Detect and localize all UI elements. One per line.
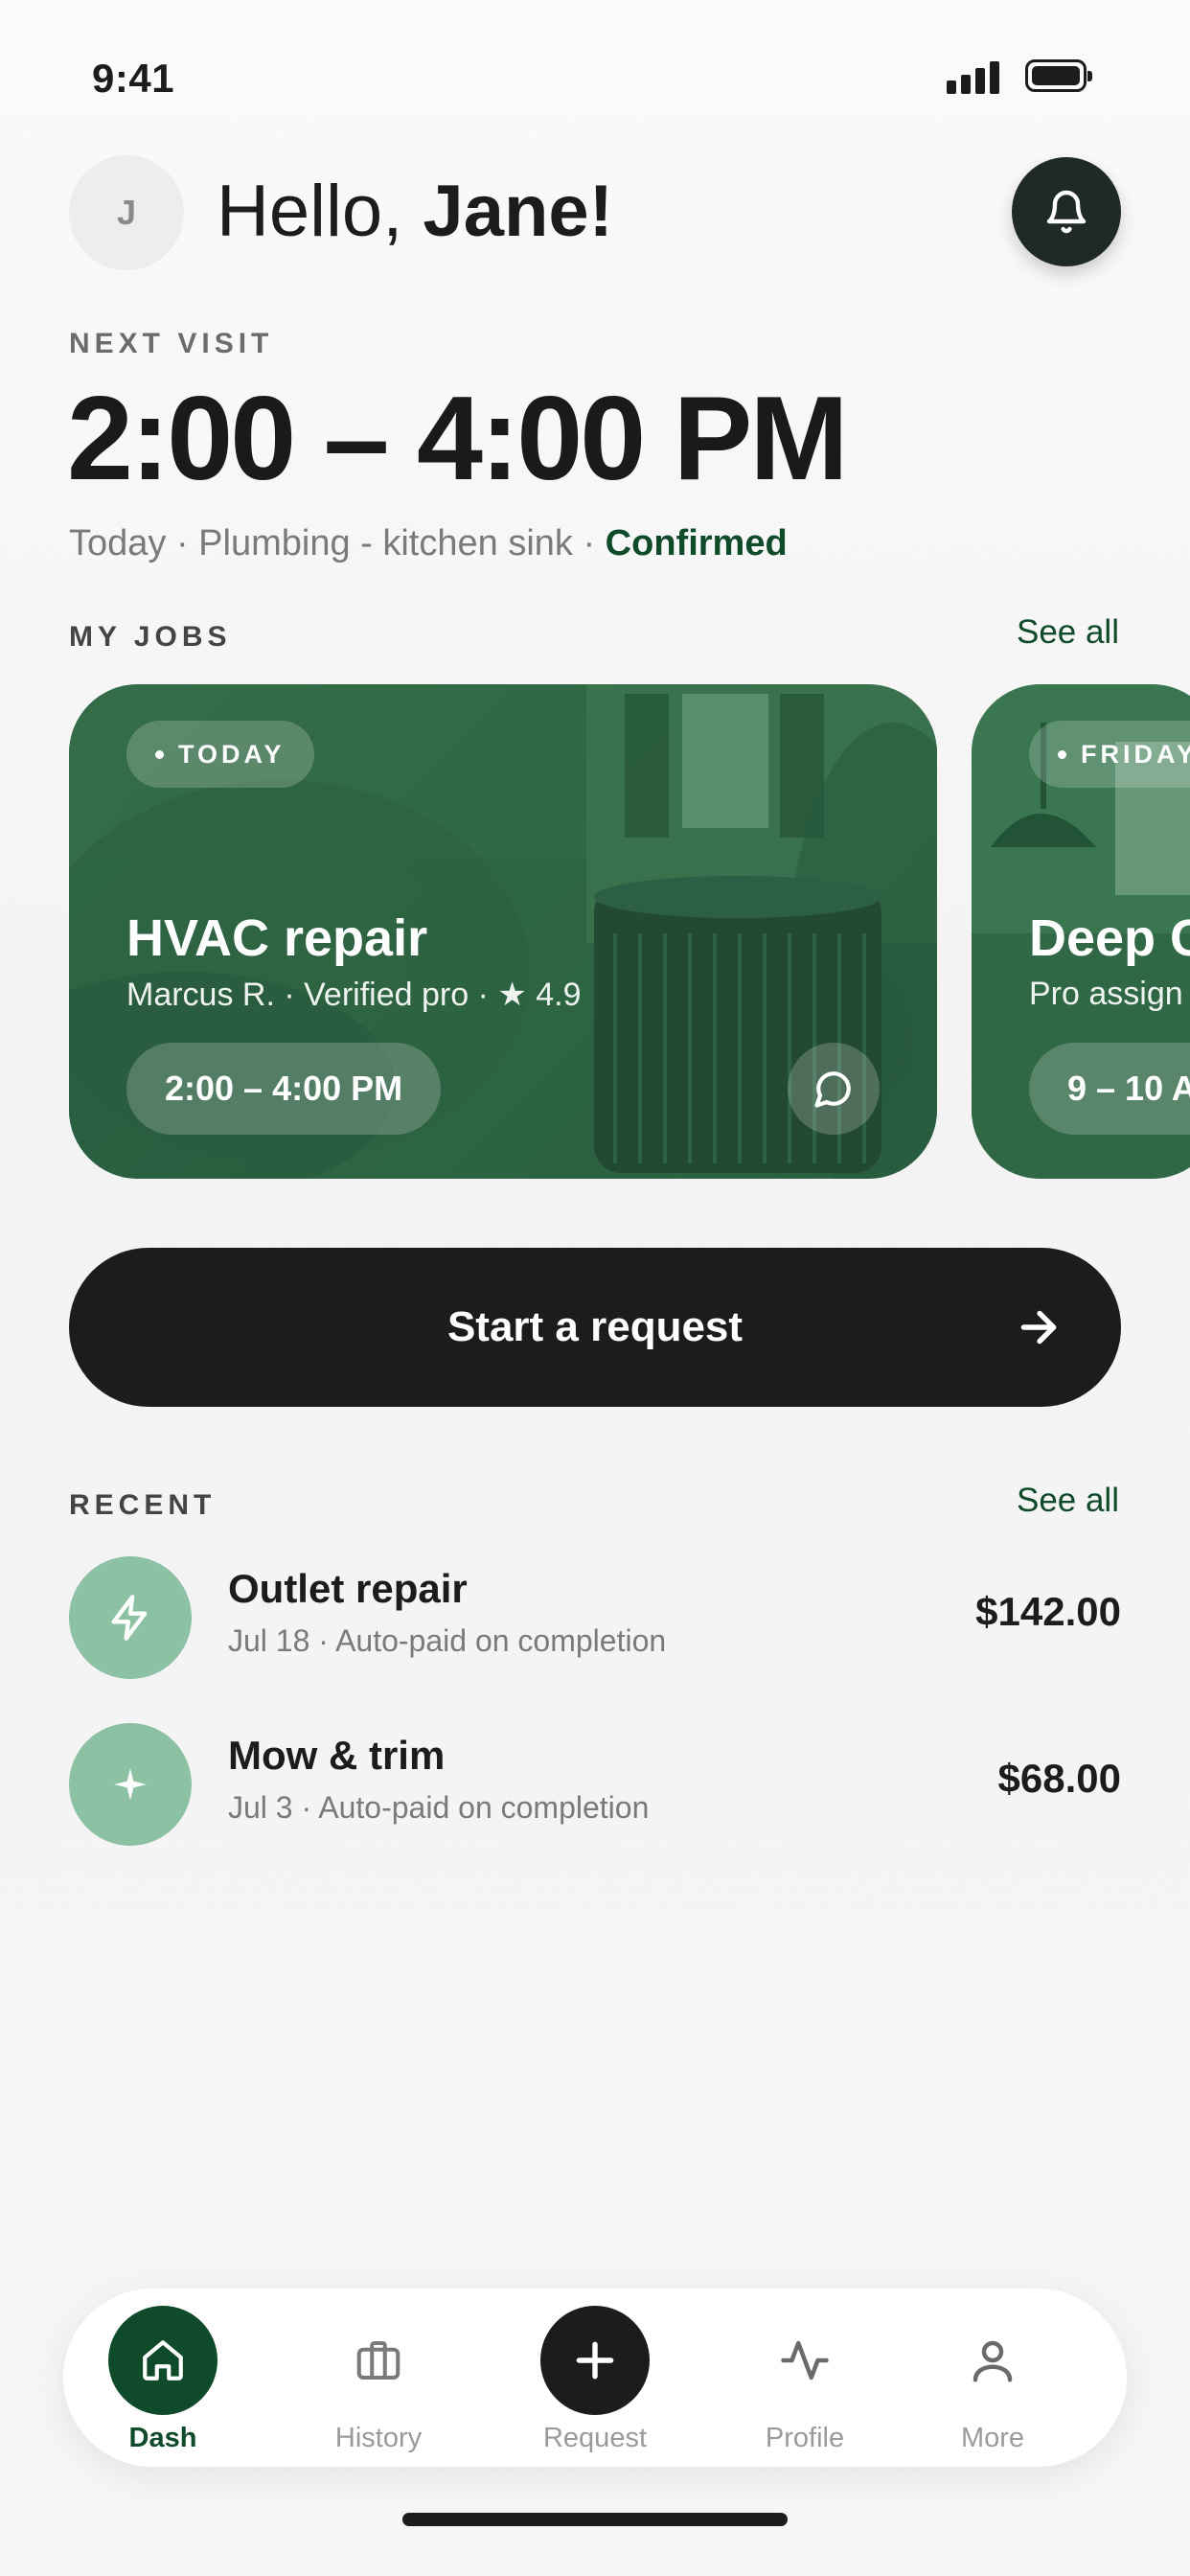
recent-title: Outlet repair [228,1566,468,1611]
bell-icon [1046,190,1087,234]
tab-bar: Dash History Request Profile More [63,2288,1127,2467]
tab-label: History [334,2423,423,2453]
next-visit-description: Today · Plumbing - kitchen sink · [69,523,606,564]
jobs-see-all-link[interactable]: See all [1017,613,1119,652]
job-card-deep-clean[interactable]: FRIDAY Deep C Pro assign 9 – 10 A [972,684,1190,1179]
briefcase-icon [324,2306,433,2415]
notifications-button[interactable] [1012,157,1121,266]
tab-label: More [960,2423,1025,2453]
avatar[interactable]: J [69,155,184,270]
job-title: HVAC repair [126,909,428,967]
tab-label: Request [542,2423,647,2453]
tab-label: Profile [765,2423,845,2453]
battery-icon [1025,59,1092,92]
user-icon [938,2306,1047,2415]
start-request-button[interactable]: Start a request [69,1248,1121,1407]
recent-title: Mow & trim [228,1733,446,1778]
chat-icon [814,1071,851,1108]
job-time-pill: 9 – 10 A [1029,1043,1190,1135]
job-day-tag: TODAY [126,721,314,788]
tab-more[interactable]: More [916,2288,1069,2467]
job-subtitle: Marcus R. · Verified pro · ★ 4.9 [126,977,582,1013]
next-visit-time: 2:00 – 4:00 PM [67,373,849,505]
tab-dash[interactable]: Dash [86,2288,240,2467]
job-title: Deep C [1029,909,1190,967]
tab-history[interactable]: History [302,2288,455,2467]
bolt-icon [69,1556,192,1679]
arrow-right-icon [1020,1310,1057,1345]
next-visit-details: Today · Plumbing - kitchen sink · Confir… [69,523,788,564]
greeting-prefix: Hello, [217,171,423,252]
recent-see-all-link[interactable]: See all [1017,1482,1119,1520]
status-badge: Confirmed [605,523,788,564]
status-time: 9:41 [92,56,175,101]
my-jobs-label: MY JOBS [69,621,232,653]
plus-icon [540,2306,650,2415]
start-request-label: Start a request [446,1303,744,1350]
home-icon [108,2306,217,2415]
greeting: Hello, Jane! [217,169,613,255]
job-card-hvac[interactable]: TODAY HVAC repair Marcus R. · Verified p… [69,684,937,1179]
recent-meta: Jul 18 · Auto-paid on completion [228,1623,667,1658]
recent-meta: Jul 3 · Auto-paid on completion [228,1790,650,1825]
tab-profile[interactable]: Profile [728,2288,881,2467]
job-subtitle: Pro assign [1029,976,1183,1012]
list-item[interactable]: Mow & trim Jul 3 · Auto-paid on completi… [69,1723,1121,1846]
recent-amount: $142.00 [975,1589,1121,1634]
list-item[interactable]: Outlet repair Jul 18 · Auto-paid on comp… [69,1556,1121,1679]
chat-button[interactable] [788,1043,880,1135]
home-indicator [402,2513,788,2526]
recent-label: RECENT [69,1489,217,1521]
recent-amount: $68.00 [997,1756,1121,1801]
job-day-tag: FRIDAY [1029,721,1190,788]
next-visit-label: NEXT VISIT [69,328,274,359]
activity-icon [750,2306,859,2415]
tab-request[interactable]: Request [518,2288,672,2467]
greeting-name: Jane! [423,171,613,252]
tab-label: Dash [128,2423,197,2453]
signal-icon [947,59,1000,94]
job-time-pill: 2:00 – 4:00 PM [126,1043,442,1135]
sparkle-icon [69,1723,192,1846]
